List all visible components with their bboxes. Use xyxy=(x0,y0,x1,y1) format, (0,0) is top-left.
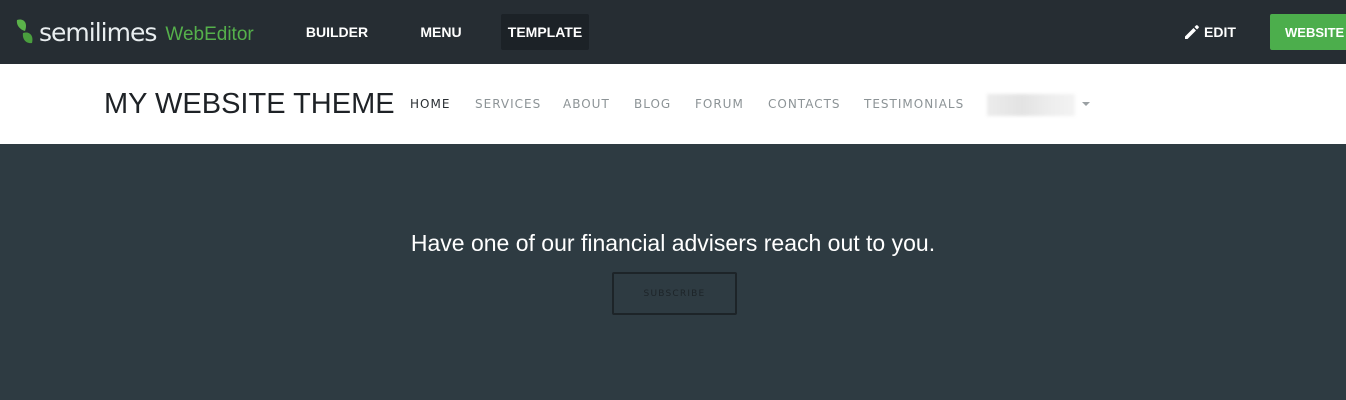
edit-button[interactable]: EDIT xyxy=(1182,16,1236,48)
editor-tab-template[interactable]: TEMPLATE xyxy=(501,14,589,50)
brand-subtitle: WebEditor xyxy=(165,23,254,45)
site-nav-contacts[interactable]: CONTACTS xyxy=(768,64,841,144)
editor-tab-menu[interactable]: MENU xyxy=(413,14,469,50)
brand-wordmark: semilimes xyxy=(39,17,157,47)
website-button[interactable]: WEBSITE xyxy=(1270,14,1346,50)
pencil-icon xyxy=(1185,25,1199,39)
site-header: MY WEBSITE THEME HOME SERVICES ABOUT BLO… xyxy=(0,64,1346,144)
site-nav-home[interactable]: HOME xyxy=(410,64,450,144)
edit-label: EDIT xyxy=(1204,24,1236,40)
site-nav-blog[interactable]: BLOG xyxy=(634,64,671,144)
site-nav-services[interactable]: SERVICES xyxy=(475,64,541,144)
semilimes-logo[interactable]: semilimes WebEditor xyxy=(14,14,254,50)
site-nav-blurred-item[interactable] xyxy=(987,94,1075,116)
editor-topbar: semilimes WebEditor BUILDER MENU TEMPLAT… xyxy=(0,0,1346,64)
hero-headline: Have one of our financial advisers reach… xyxy=(410,230,936,256)
hero-section: Have one of our financial advisers reach… xyxy=(0,144,1346,400)
site-title[interactable]: MY WEBSITE THEME xyxy=(104,88,395,120)
lime-leaf-icon xyxy=(16,19,33,44)
caret-down-icon[interactable] xyxy=(1082,102,1090,106)
subscribe-button[interactable]: SUBSCRIBE xyxy=(612,272,737,315)
site-nav-forum[interactable]: FORUM xyxy=(695,64,744,144)
editor-tab-builder[interactable]: BUILDER xyxy=(300,14,374,50)
site-nav-about[interactable]: ABOUT xyxy=(563,64,610,144)
site-nav-testimonials[interactable]: TESTIMONIALS xyxy=(864,64,964,144)
